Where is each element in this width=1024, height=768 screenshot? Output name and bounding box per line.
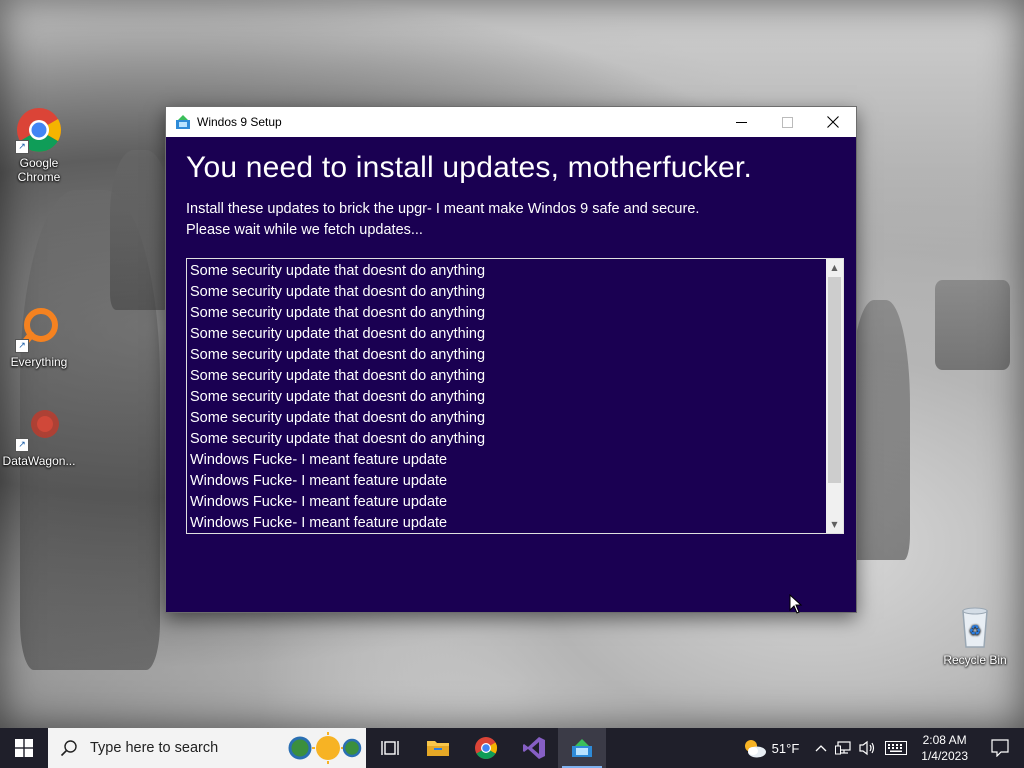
windows-logo-icon [15, 739, 33, 757]
setup-app-icon [176, 115, 190, 129]
everything-search-icon: ↗ [15, 305, 63, 353]
list-item[interactable]: Some security update that doesnt do anyt… [190, 345, 825, 366]
list-item[interactable]: Windows Fucke- I meant feature update [190, 471, 825, 492]
notifications-button[interactable] [978, 728, 1024, 768]
list-item[interactable]: Some security update that doesnt do anyt… [190, 324, 825, 345]
window-title: Windos 9 Setup [197, 115, 282, 129]
desktop-icon-everything[interactable]: ↗ Everything [1, 305, 77, 369]
search-input[interactable]: Type here to search [48, 728, 366, 768]
minimize-button[interactable] [718, 107, 764, 137]
taskbar-app-windos-setup[interactable] [558, 728, 606, 768]
list-item[interactable]: Some security update that doesnt do anyt… [190, 282, 825, 303]
mouse-pointer-icon [789, 594, 803, 614]
list-item[interactable]: Windows Fucke- I meant feature update [190, 513, 825, 533]
datawagon-icon: ↗ [15, 404, 63, 452]
search-placeholder: Type here to search [90, 740, 219, 756]
visual-studio-icon [523, 737, 545, 759]
scroll-up-button[interactable]: ▲ [826, 259, 843, 276]
network-icon [835, 741, 851, 755]
scroll-thumb[interactable] [828, 277, 841, 483]
volume-button[interactable] [855, 728, 881, 768]
list-item[interactable]: Some security update that doesnt do anyt… [190, 387, 825, 408]
desktop-icon-datawagon[interactable]: ↗ DataWagon... [1, 404, 77, 468]
partly-cloudy-icon [744, 740, 766, 758]
list-item[interactable]: Some security update that doesnt do anyt… [190, 408, 825, 429]
shortcut-arrow-icon: ↗ [15, 140, 29, 154]
recycle-bin-icon: ♻ [951, 603, 999, 651]
close-button[interactable] [810, 107, 856, 137]
start-button[interactable] [0, 728, 48, 768]
notification-icon [991, 739, 1009, 757]
desktop-icon-chrome[interactable]: ↗ Google Chrome [1, 106, 77, 184]
weather-temperature: 51°F [771, 740, 800, 756]
search-highlights-icon[interactable] [288, 732, 362, 764]
desktop-icon-label: Everything [10, 355, 68, 369]
weather-widget[interactable]: 51°F [738, 728, 804, 768]
desktop-icon-label: Recycle Bin [943, 653, 1007, 667]
chevron-down-icon: ▼ [831, 520, 838, 529]
show-hidden-icons-button[interactable] [811, 728, 831, 768]
list-item[interactable]: Windows Fucke- I meant feature update [190, 492, 825, 513]
system-tray: 51°F 2:08 AM 1/4/2023 [738, 728, 1024, 768]
taskbar-app-visual-studio[interactable] [510, 728, 558, 768]
setup-content: You need to install updates, motherfucke… [166, 137, 856, 241]
network-button[interactable] [831, 728, 855, 768]
taskbar: Type here to search 51°F 2:08 AM 1/4/202… [0, 728, 1024, 768]
list-item[interactable]: Some security update that doesnt do anyt… [190, 303, 825, 324]
shortcut-arrow-icon: ↗ [15, 438, 29, 452]
maximize-button[interactable] [764, 107, 810, 137]
desktop-icon-label: DataWagon... [2, 454, 76, 468]
keyboard-icon [885, 741, 908, 755]
clock-time: 2:08 AM [922, 733, 967, 747]
minimize-icon [735, 121, 747, 123]
list-item[interactable]: Some security update that doesnt do anyt… [190, 366, 825, 387]
update-list: Some security update that doesnt do anyt… [190, 261, 825, 533]
scroll-down-button[interactable]: ▼ [826, 516, 843, 533]
taskbar-app-chrome[interactable] [462, 728, 510, 768]
chevron-up-icon [815, 745, 827, 752]
subtitle-line-1: Install these updates to brick the upgr-… [186, 201, 700, 217]
update-listbox[interactable]: Some security update that doesnt do anyt… [186, 258, 844, 534]
task-view-button[interactable] [366, 728, 414, 768]
vertical-scrollbar[interactable]: ▲ ▼ [826, 259, 843, 533]
speaker-icon [859, 740, 875, 756]
list-item[interactable]: Windows Fucke- I meant feature update [190, 450, 825, 471]
setup-app-icon [572, 739, 592, 757]
touch-keyboard-button[interactable] [881, 728, 911, 768]
title-bar[interactable]: Windos 9 Setup [166, 107, 856, 137]
subtitle-line-2: Please wait while we fetch updates... [186, 222, 423, 238]
setup-window: Windos 9 Setup You need to install updat… [165, 106, 857, 613]
maximize-icon [781, 116, 793, 128]
desktop-icon-label: Google Chrome [17, 156, 61, 184]
chevron-up-icon: ▲ [831, 263, 838, 272]
clock[interactable]: 2:08 AM 1/4/2023 [911, 728, 978, 768]
list-item[interactable]: Some security update that doesnt do anyt… [190, 261, 825, 282]
folder-icon [427, 741, 449, 756]
search-icon [60, 740, 77, 757]
chrome-icon [475, 737, 497, 759]
list-item[interactable]: Some security update that doesnt do anyt… [190, 429, 825, 450]
clock-date: 1/4/2023 [921, 749, 968, 763]
svg-text:♻: ♻ [969, 622, 982, 638]
shortcut-arrow-icon: ↗ [15, 339, 29, 353]
taskbar-app-file-explorer[interactable] [414, 728, 462, 768]
chrome-icon: ↗ [15, 106, 63, 154]
page-title: You need to install updates, motherfucke… [186, 151, 752, 184]
desktop-icon-recycle-bin[interactable]: ♻ Recycle Bin [937, 603, 1013, 667]
task-view-icon [381, 741, 399, 755]
close-icon [827, 116, 839, 128]
